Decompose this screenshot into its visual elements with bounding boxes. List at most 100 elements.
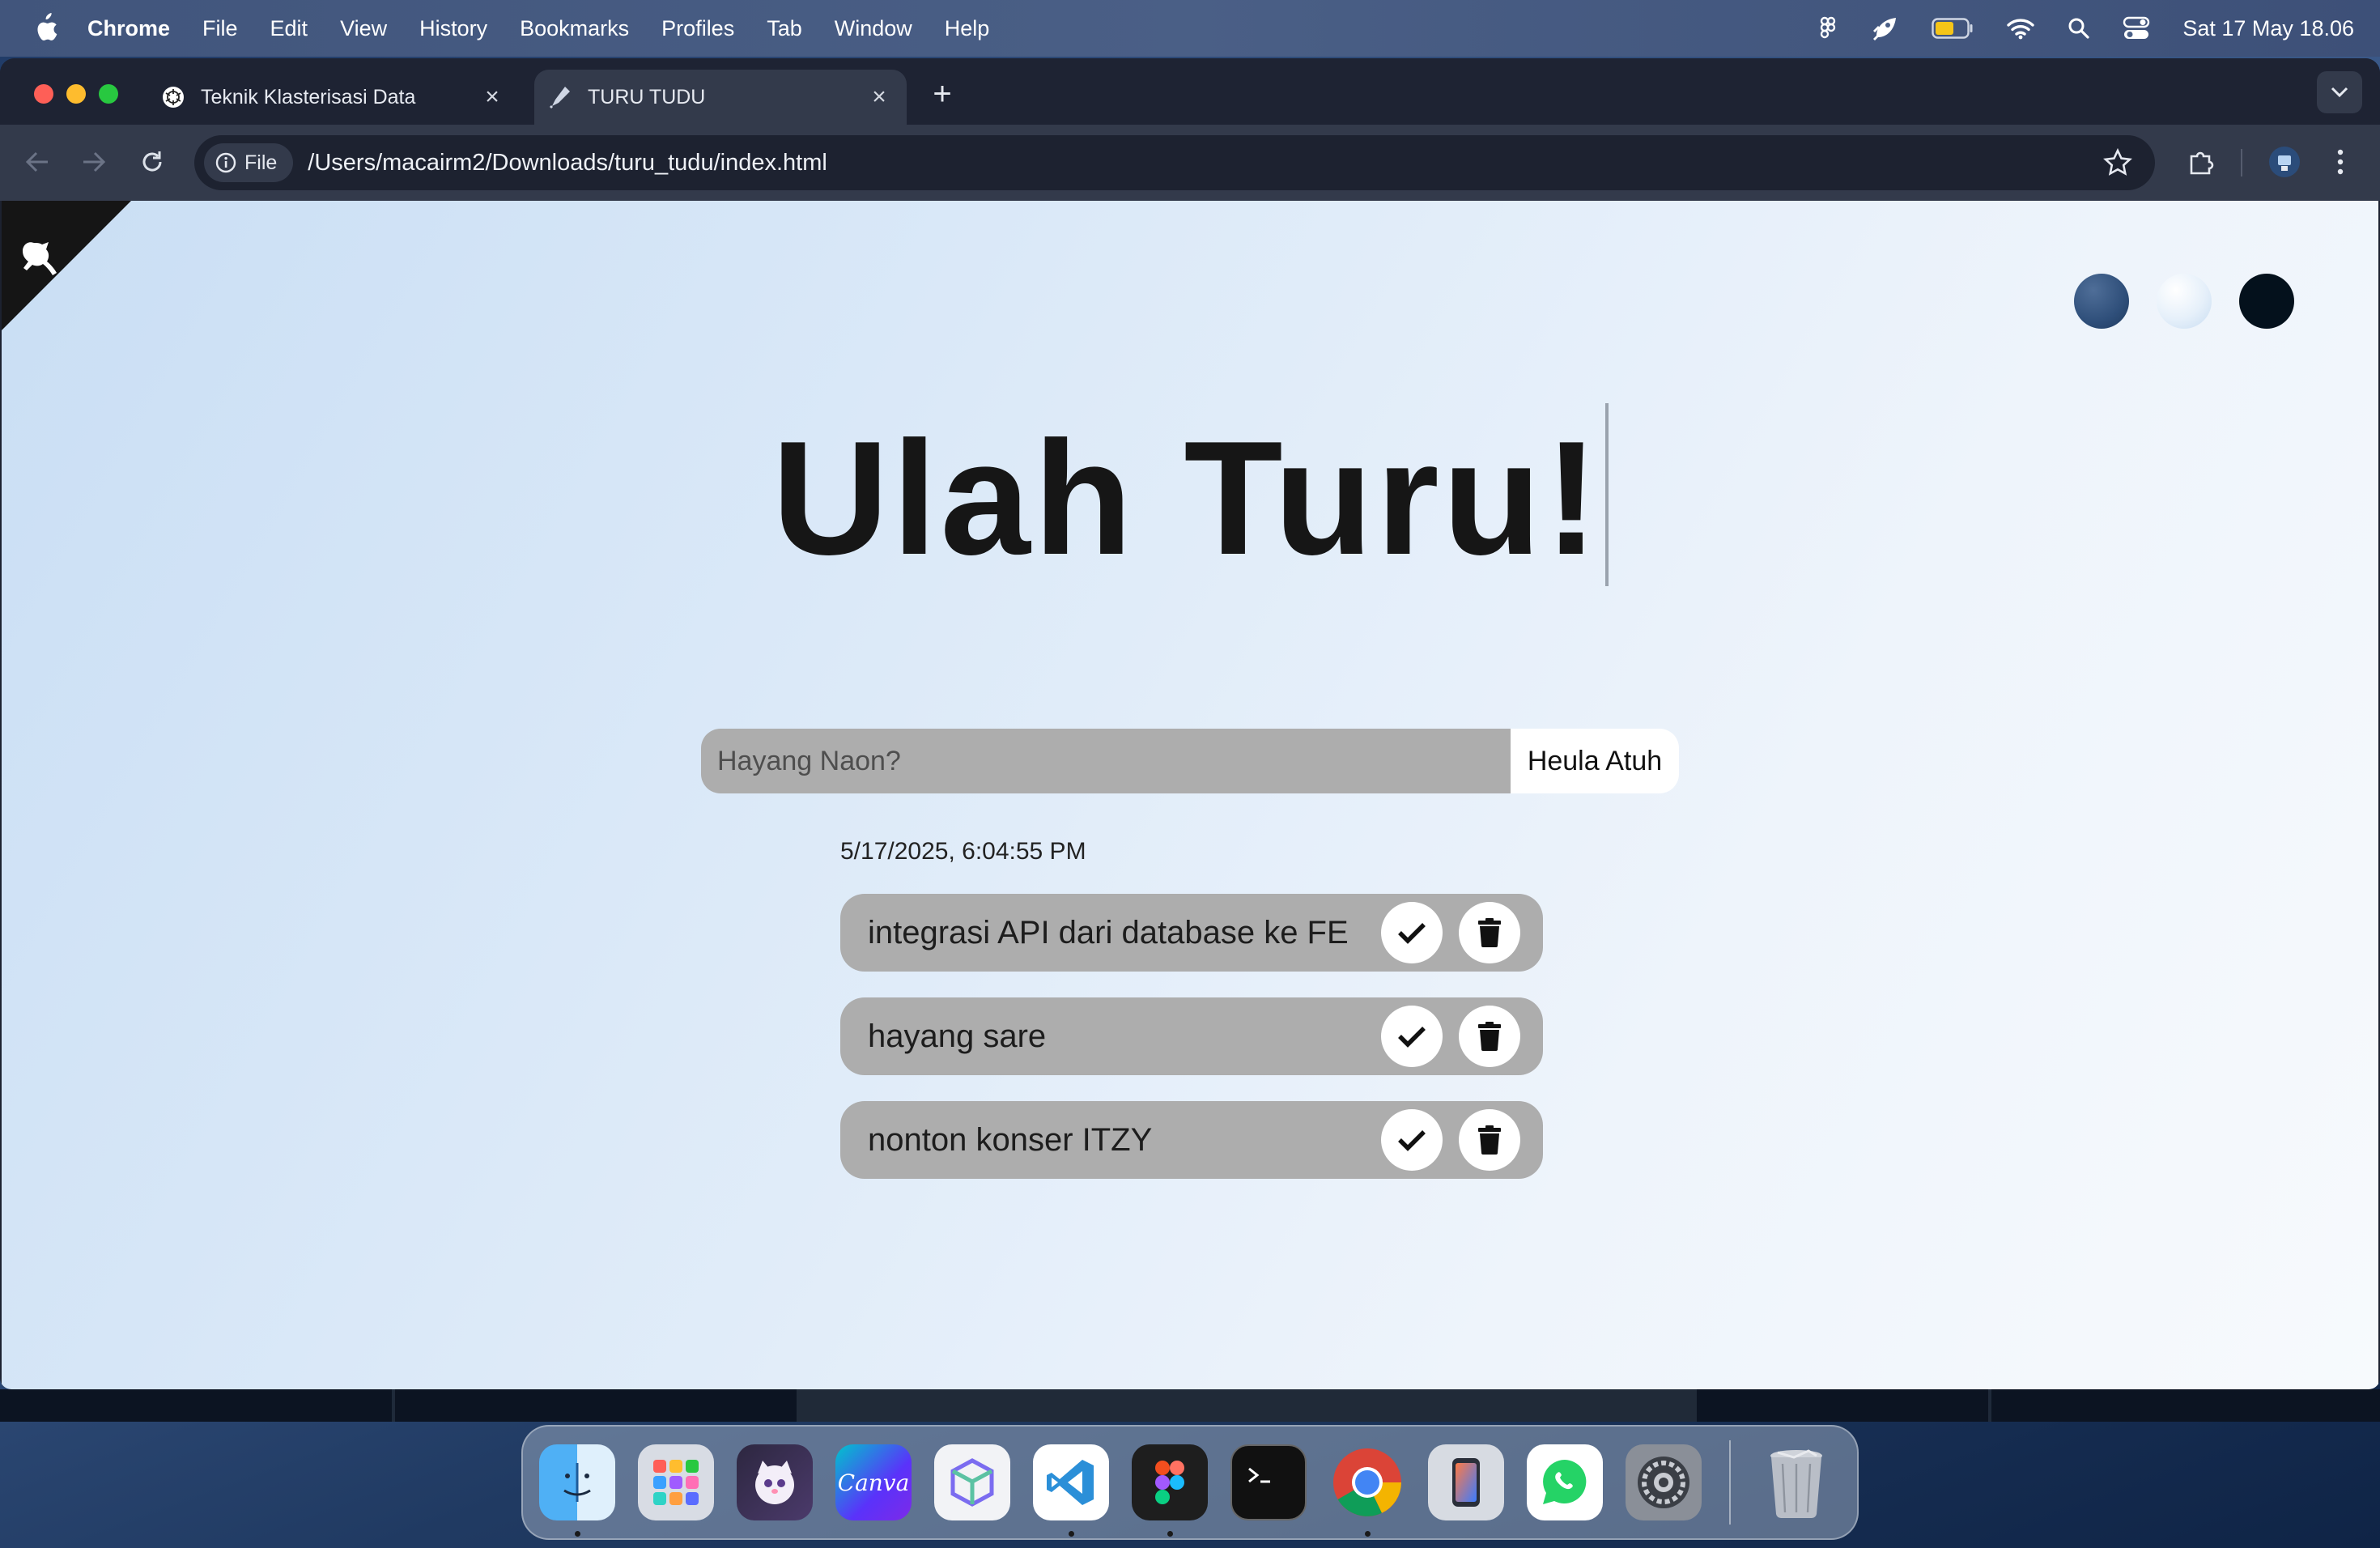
check-icon [1398, 1027, 1426, 1048]
reload-icon [142, 151, 162, 172]
todo-text: nonton konser ITZY [868, 1121, 1153, 1158]
menu-view[interactable]: View [340, 16, 387, 41]
wifi-icon[interactable] [2006, 17, 2035, 40]
add-todo-form: Heula Atuh [701, 729, 1679, 793]
url-text[interactable]: /Users/macairm2/Downloads/turu_tudu/inde… [308, 150, 827, 176]
menu-bookmarks[interactable]: Bookmarks [520, 16, 629, 41]
system-settings-icon[interactable] [1626, 1444, 1702, 1520]
page-title-text: Ulah Turu! [771, 408, 1602, 589]
tab-strip: Teknik Klasterisasi Data × TURU TUDU × + [0, 58, 2380, 125]
add-todo-button[interactable]: Heula Atuh [1511, 729, 1679, 793]
menubar-clock[interactable]: Sat 17 May 18.06 [2182, 16, 2354, 41]
info-icon [215, 152, 236, 173]
browser-toolbar: File /Users/macairm2/Downloads/turu_tudu… [0, 125, 2380, 201]
dock: Canva [521, 1425, 1859, 1540]
menu-bar: Chrome File Edit View History Bookmarks … [0, 0, 2380, 57]
menu-edit[interactable]: Edit [270, 16, 308, 41]
apple-icon[interactable] [31, 13, 58, 44]
chrome-icon[interactable] [1329, 1444, 1405, 1537]
theme-light-button[interactable] [2157, 274, 2212, 329]
check-icon [1398, 923, 1426, 944]
openai-icon [160, 84, 186, 110]
page-content: Ulah Turu! Heula Atuh 5/17/2025, 6:04:55… [2, 201, 2378, 1389]
theme-dark-blue-button[interactable] [2074, 274, 2129, 329]
terminal-icon[interactable] [1230, 1444, 1307, 1520]
battery-icon[interactable] [1932, 18, 1974, 39]
background-window [0, 1389, 2380, 1422]
minimize-window-button[interactable] [66, 84, 86, 104]
package-app-icon[interactable] [934, 1444, 1010, 1520]
browser-window: Teknik Klasterisasi Data × TURU TUDU × + [0, 58, 2380, 1389]
new-tab-button[interactable]: + [926, 78, 958, 110]
trash-icon [1478, 1125, 1501, 1155]
todo-item: hayang sare [840, 997, 1543, 1075]
bookmark-star-icon[interactable] [2103, 148, 2132, 177]
menu-help[interactable]: Help [945, 16, 990, 41]
launchpad-icon[interactable] [638, 1444, 714, 1520]
finder-icon[interactable] [539, 1444, 615, 1537]
tab-teknik-klasterisasi[interactable]: Teknik Klasterisasi Data × [147, 70, 520, 125]
site-chip-label: File [244, 151, 278, 174]
back-button[interactable] [21, 146, 53, 178]
delete-todo-button[interactable] [1459, 902, 1520, 963]
todo-input[interactable] [701, 729, 1511, 793]
address-bar[interactable]: File /Users/macairm2/Downloads/turu_tudu… [194, 135, 2155, 190]
pet-app-icon[interactable] [737, 1444, 813, 1520]
site-info-chip[interactable]: File [204, 143, 294, 182]
todo-text: integrasi API dari database ke FE [868, 914, 1349, 950]
todo-item: nonton konser ITZY [840, 1101, 1543, 1179]
trash-icon [1478, 1022, 1501, 1051]
todo-list: integrasi API dari database ke FE hayang… [840, 894, 1543, 1205]
complete-todo-button[interactable] [1381, 1109, 1443, 1171]
rocket-icon[interactable] [1870, 15, 1899, 42]
background-panel [797, 1389, 1697, 1422]
menu-history[interactable]: History [419, 16, 487, 41]
page-title: Ulah Turu! [2, 403, 2378, 586]
tab-title: Teknik Klasterisasi Data [201, 85, 416, 108]
menu-file[interactable]: File [202, 16, 238, 41]
profile-avatar[interactable] [2267, 144, 2302, 180]
running-indicator [1365, 1531, 1371, 1537]
background-divider [1988, 1389, 1991, 1422]
fullscreen-window-button[interactable] [99, 84, 118, 104]
menu-profiles[interactable]: Profiles [661, 16, 734, 41]
menu-app-name[interactable]: Chrome [87, 16, 170, 41]
extensions-icon[interactable] [2184, 144, 2216, 180]
figma-status-icon[interactable] [1820, 16, 1838, 40]
reload-button[interactable] [136, 146, 168, 178]
running-indicator [575, 1531, 580, 1537]
complete-todo-button[interactable] [1381, 1006, 1443, 1067]
whatsapp-icon[interactable] [1527, 1444, 1603, 1520]
vscode-icon[interactable] [1033, 1444, 1109, 1537]
back-arrow-icon [25, 151, 48, 172]
menu-tab[interactable]: Tab [767, 16, 802, 41]
tudu-favicon [547, 84, 573, 110]
control-center-icon[interactable] [2123, 16, 2150, 40]
todo-item: integrasi API dari database ke FE [840, 894, 1543, 972]
complete-todo-button[interactable] [1381, 902, 1443, 963]
more-menu-icon[interactable] [2328, 144, 2352, 180]
close-tab-icon[interactable]: × [476, 81, 508, 113]
dock-divider [1729, 1440, 1731, 1525]
canva-icon[interactable]: Canva [835, 1444, 912, 1520]
todo-text: hayang sare [868, 1018, 1047, 1054]
spotlight-search-icon[interactable] [2068, 17, 2090, 40]
delete-todo-button[interactable] [1459, 1109, 1520, 1171]
check-icon [1398, 1130, 1426, 1151]
trash-can-icon[interactable] [1758, 1444, 1834, 1520]
background-divider [392, 1389, 395, 1422]
chevron-down-icon [2331, 87, 2348, 98]
close-tab-icon[interactable]: × [863, 81, 895, 113]
tab-turu-tudu[interactable]: TURU TUDU × [534, 70, 907, 125]
tab-title: TURU TUDU [588, 85, 706, 108]
iphone-mirroring-icon[interactable] [1428, 1444, 1504, 1520]
github-corner-icon[interactable] [2, 201, 131, 330]
forward-button[interactable] [78, 146, 110, 178]
tab-search-button[interactable] [2317, 71, 2362, 113]
status-area: Sat 17 May 18.06 [1787, 0, 2354, 57]
theme-dark-button[interactable] [2239, 274, 2294, 329]
delete-todo-button[interactable] [1459, 1006, 1520, 1067]
menu-window[interactable]: Window [835, 16, 912, 41]
close-window-button[interactable] [34, 84, 53, 104]
figma-icon[interactable] [1132, 1444, 1208, 1537]
